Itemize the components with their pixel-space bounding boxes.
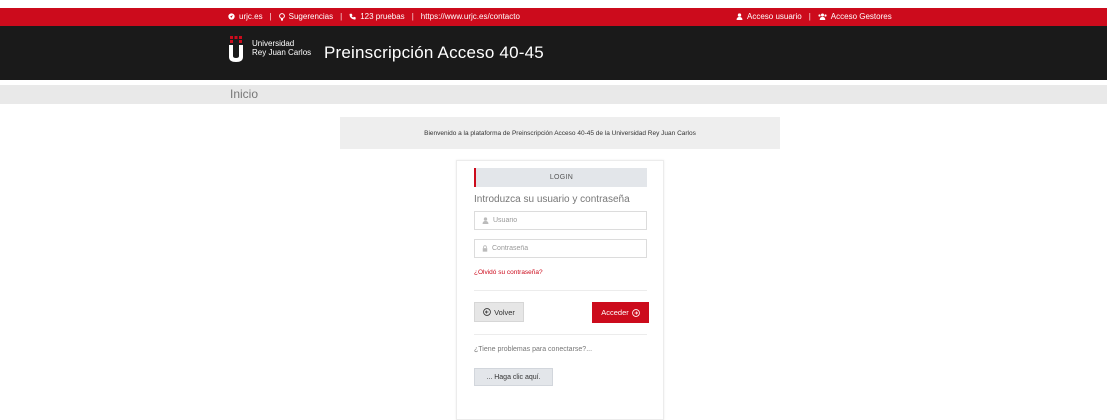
circle-arrow-right-icon [631, 308, 640, 317]
tab-login[interactable]: LOGIN [474, 168, 647, 187]
site-header: Universidad Rey Juan Carlos Preinscripci… [0, 26, 1107, 80]
circle-arrow-left-icon [483, 308, 491, 316]
help-click-here-button[interactable]: ... Haga clic aquí. [474, 368, 553, 386]
username-field[interactable] [474, 211, 647, 230]
divider [474, 290, 647, 291]
connection-problems-text: ¿Tiene problemas para conectarse?... [474, 346, 593, 353]
topbar-separator: | [340, 12, 343, 21]
topbar-separator: | [411, 12, 414, 21]
topbar-link-label: Sugerencias [288, 12, 334, 21]
username-input[interactable] [493, 217, 633, 224]
topbar-link-sugerencias[interactable]: Sugerencias [278, 12, 334, 21]
forgot-password-link[interactable]: ¿Olvidó su contraseña? [474, 269, 543, 276]
back-button-label: Volver [494, 307, 515, 317]
login-card: LOGIN Introduzca su usuario y contraseña… [456, 160, 664, 420]
user-icon [736, 13, 743, 20]
topbar-link-urjc[interactable]: urjc.es [228, 12, 263, 21]
login-submit-button[interactable]: Acceder [592, 302, 649, 323]
topbar-separator: | [808, 12, 811, 21]
page-title: Preinscripción Acceso 40-45 [324, 43, 544, 62]
welcome-text: Bienvenido a la plataforma de Preinscrip… [424, 129, 696, 137]
university-logo[interactable]: Universidad Rey Juan Carlos [228, 36, 311, 62]
tab-login-label: LOGIN [549, 174, 574, 181]
breadcrumb-home[interactable]: Inicio [230, 87, 258, 101]
logo-line-1: Universidad [252, 39, 295, 48]
help-click-here-label: ... Haga clic aquí. [486, 373, 541, 381]
breadcrumb: Inicio [0, 85, 1107, 104]
lock-icon [482, 245, 488, 252]
managers-access-label: Acceso Gestores [830, 12, 892, 21]
welcome-banner: Bienvenido a la plataforma de Preinscrip… [340, 117, 780, 149]
top-utility-bar: urjc.es | Sugerencias | 123 pruebas | ht… [0, 8, 1107, 26]
group-icon [818, 13, 827, 20]
user-access-link[interactable]: Acceso usuario [736, 12, 802, 21]
login-subtitle: Introduzca su usuario y contraseña [474, 194, 630, 205]
topbar-link-label: 123 pruebas [360, 12, 405, 21]
managers-access-link[interactable]: Acceso Gestores [818, 12, 892, 21]
user-icon [482, 217, 489, 224]
topbar-link-label: urjc.es [239, 12, 263, 21]
password-field[interactable] [474, 239, 647, 258]
topbar-separator: | [269, 12, 272, 21]
phone-icon [349, 13, 356, 20]
back-button[interactable]: Volver [474, 302, 524, 322]
lightbulb-icon [278, 12, 285, 21]
login-submit-label: Acceder [601, 308, 629, 317]
divider [474, 334, 647, 335]
topbar-left-links: urjc.es | Sugerencias | 123 pruebas | ht… [228, 12, 520, 21]
password-input[interactable] [492, 245, 632, 252]
location-icon [228, 13, 235, 20]
user-access-label: Acceso usuario [747, 12, 802, 21]
topbar-link-label: https://www.urjc.es/contacto [420, 12, 520, 21]
topbar-link-contacto[interactable]: https://www.urjc.es/contacto [421, 12, 520, 21]
logo-line-2: Rey Juan Carlos [252, 48, 312, 57]
topbar-right-links: Acceso usuario | Acceso Gestores [736, 12, 892, 21]
logo-text: Universidad Rey Juan Carlos [252, 39, 311, 57]
topbar-link-phone[interactable]: 123 pruebas [349, 12, 405, 21]
urjc-logo-mark [228, 36, 244, 62]
